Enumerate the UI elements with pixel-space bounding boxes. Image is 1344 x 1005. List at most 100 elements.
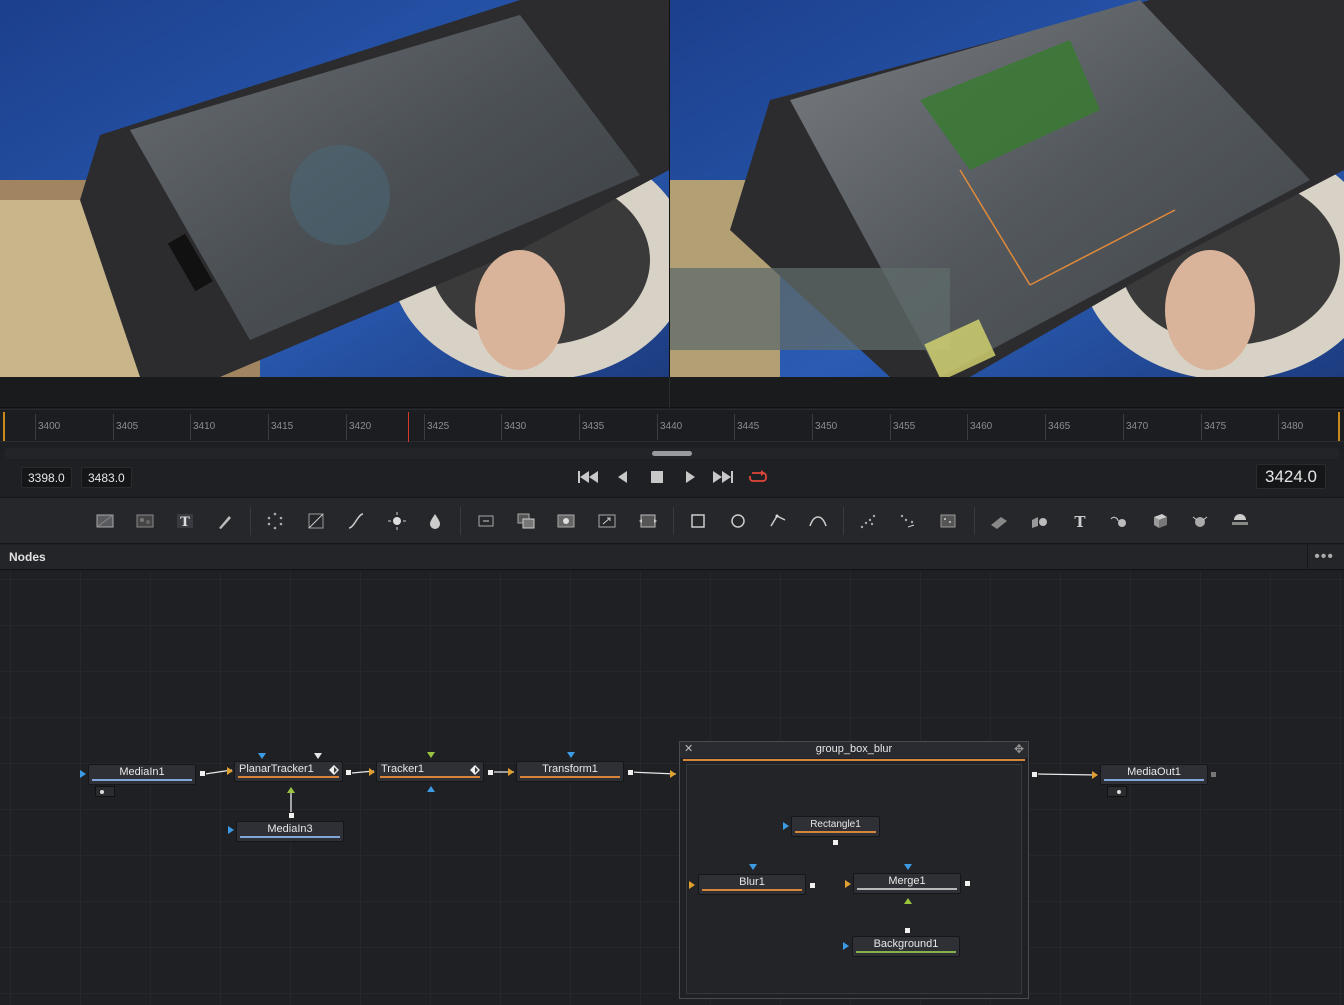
merge1-output-port[interactable] <box>964 880 971 887</box>
transform-icon <box>639 514 657 528</box>
skip-back-icon <box>578 471 598 483</box>
group-close-icon[interactable]: ✕ <box>684 742 693 757</box>
mediaout1-options[interactable] <box>1107 786 1127 797</box>
blur1-output-port[interactable] <box>809 882 816 889</box>
stop-button[interactable] <box>645 466 669 488</box>
mediaout1-output-port[interactable] <box>1210 771 1217 778</box>
ruler-tick <box>579 414 580 440</box>
group-move-icon[interactable]: ✥ <box>1014 742 1024 757</box>
particles-tool[interactable] <box>263 509 287 533</box>
ruler-tick-label: 3415 <box>271 421 294 432</box>
viewer-right[interactable] <box>670 0 1344 377</box>
ruler-tick-label: 3455 <box>893 421 916 432</box>
shape3d-tool[interactable] <box>987 509 1011 533</box>
loader-icon <box>478 515 494 527</box>
bspline-mask-icon <box>809 516 827 527</box>
paint-tool[interactable] <box>213 509 237 533</box>
loader-tool[interactable] <box>474 509 498 533</box>
pemitter-tool[interactable] <box>856 509 880 533</box>
timeline-scroll-thumb[interactable] <box>652 451 692 456</box>
play-button[interactable] <box>678 466 702 488</box>
mediain3-output-port[interactable] <box>288 812 295 819</box>
matte-control-tool[interactable] <box>554 509 578 533</box>
ruler-tick-label: 3475 <box>1204 421 1227 432</box>
node-mediaout1[interactable]: MediaOut1 <box>1100 764 1208 785</box>
range-start-field[interactable]: 3398.0 <box>21 467 72 488</box>
loop-button[interactable] <box>746 466 770 488</box>
rectangle1-output-port[interactable] <box>832 839 839 846</box>
play-reverse-button[interactable] <box>611 466 635 488</box>
color-corrector-tool[interactable] <box>304 509 328 533</box>
current-frame-field[interactable]: 3424.0 <box>1256 464 1326 489</box>
fast-noise-tool[interactable] <box>133 509 157 533</box>
group-output-port[interactable] <box>1031 771 1038 778</box>
ruler-tick <box>424 414 425 440</box>
merge3d-tool[interactable] <box>1027 509 1051 533</box>
node-tracker1[interactable]: Tracker1 <box>376 761 484 782</box>
transform-tool[interactable] <box>636 509 660 533</box>
transform1-output-port[interactable] <box>627 769 634 776</box>
timeline-scrollbar[interactable] <box>4 448 1340 459</box>
mediain1-output-port[interactable] <box>199 770 206 777</box>
node-background1[interactable]: Background1 <box>852 936 960 957</box>
text3d-tool[interactable]: T <box>1068 509 1092 533</box>
prender-tool[interactable] <box>896 509 920 533</box>
tracker-diamond-icon <box>329 765 339 775</box>
rectangle-mask-icon <box>691 514 705 528</box>
tracker1-output-port[interactable] <box>487 769 494 776</box>
text-tool[interactable]: T <box>173 509 197 533</box>
planartracker1-output-port[interactable] <box>345 769 352 776</box>
light-tool[interactable] <box>1188 509 1212 533</box>
go-to-start-button[interactable] <box>576 466 600 488</box>
pkill-tool[interactable] <box>936 509 960 533</box>
ruler-tick <box>812 414 813 440</box>
node-planartracker1[interactable]: PlanarTracker1 <box>234 761 343 782</box>
ruler-tick-label: 3445 <box>737 421 760 432</box>
node-editor-canvas[interactable]: MediaIn1 PlanarTracker1 MediaIn3 Tracker… <box>0 571 1344 1005</box>
background1-output-port[interactable] <box>904 927 911 934</box>
range-start-marker[interactable] <box>3 412 5 441</box>
mediain1-options[interactable] <box>95 786 115 797</box>
rectangle-mask-tool[interactable] <box>686 509 710 533</box>
time-ruler[interactable]: 3400 3405 3410 3415 3420 3425 3430 3435 3440 3445… <box>0 409 1344 442</box>
viewer-left[interactable] <box>0 0 669 377</box>
bspline-mask-tool[interactable] <box>806 509 830 533</box>
node-blur1[interactable]: Blur1 <box>698 874 806 895</box>
node-mediain3[interactable]: MediaIn3 <box>236 821 344 842</box>
range-end-field[interactable]: 3483.0 <box>81 467 132 488</box>
background-tool[interactable] <box>93 509 117 533</box>
color-curves-tool[interactable] <box>344 509 368 533</box>
pemitter-icon <box>860 514 876 529</box>
group-header[interactable]: ✕ group_box_blur ✥ <box>680 742 1028 761</box>
nodes-panel-title: Nodes <box>9 550 46 564</box>
node-rectangle1[interactable]: Rectangle1 <box>791 816 880 837</box>
pkill-icon <box>940 514 956 528</box>
renderer3d-tool[interactable] <box>1148 509 1172 533</box>
play-icon <box>686 471 695 483</box>
merge-tool[interactable] <box>514 509 538 533</box>
text-icon: T <box>177 514 193 530</box>
group-box-blur[interactable]: ✕ group_box_blur ✥ <box>679 741 1029 999</box>
node-merge1[interactable]: Merge1 <box>853 873 961 894</box>
resize-tool[interactable] <box>595 509 619 533</box>
fog-tool[interactable] <box>1228 509 1252 533</box>
playhead[interactable] <box>408 412 409 442</box>
range-end-marker[interactable] <box>1338 412 1340 441</box>
node-transform1[interactable]: Transform1 <box>516 761 624 782</box>
go-to-end-button[interactable] <box>711 466 735 488</box>
ellipse-mask-tool[interactable] <box>726 509 750 533</box>
stop-icon <box>651 471 663 483</box>
polygon-mask-tool[interactable] <box>766 509 790 533</box>
ruler-tick-label: 3420 <box>349 421 372 432</box>
ruler-tick-label: 3450 <box>815 421 838 432</box>
camera3d-tool[interactable] <box>1107 509 1131 533</box>
blur-tool[interactable] <box>423 509 447 533</box>
text3d-icon: T <box>1074 513 1086 531</box>
node-connections <box>204 769 1098 930</box>
brightness-contrast-icon <box>388 512 406 530</box>
node-label: MediaIn3 <box>267 823 313 835</box>
ruler-tick <box>1123 414 1124 440</box>
brightness-contrast-tool[interactable] <box>385 509 409 533</box>
node-mediain1[interactable]: MediaIn1 <box>88 764 196 785</box>
nodes-options-menu[interactable]: ••• <box>1314 548 1334 566</box>
